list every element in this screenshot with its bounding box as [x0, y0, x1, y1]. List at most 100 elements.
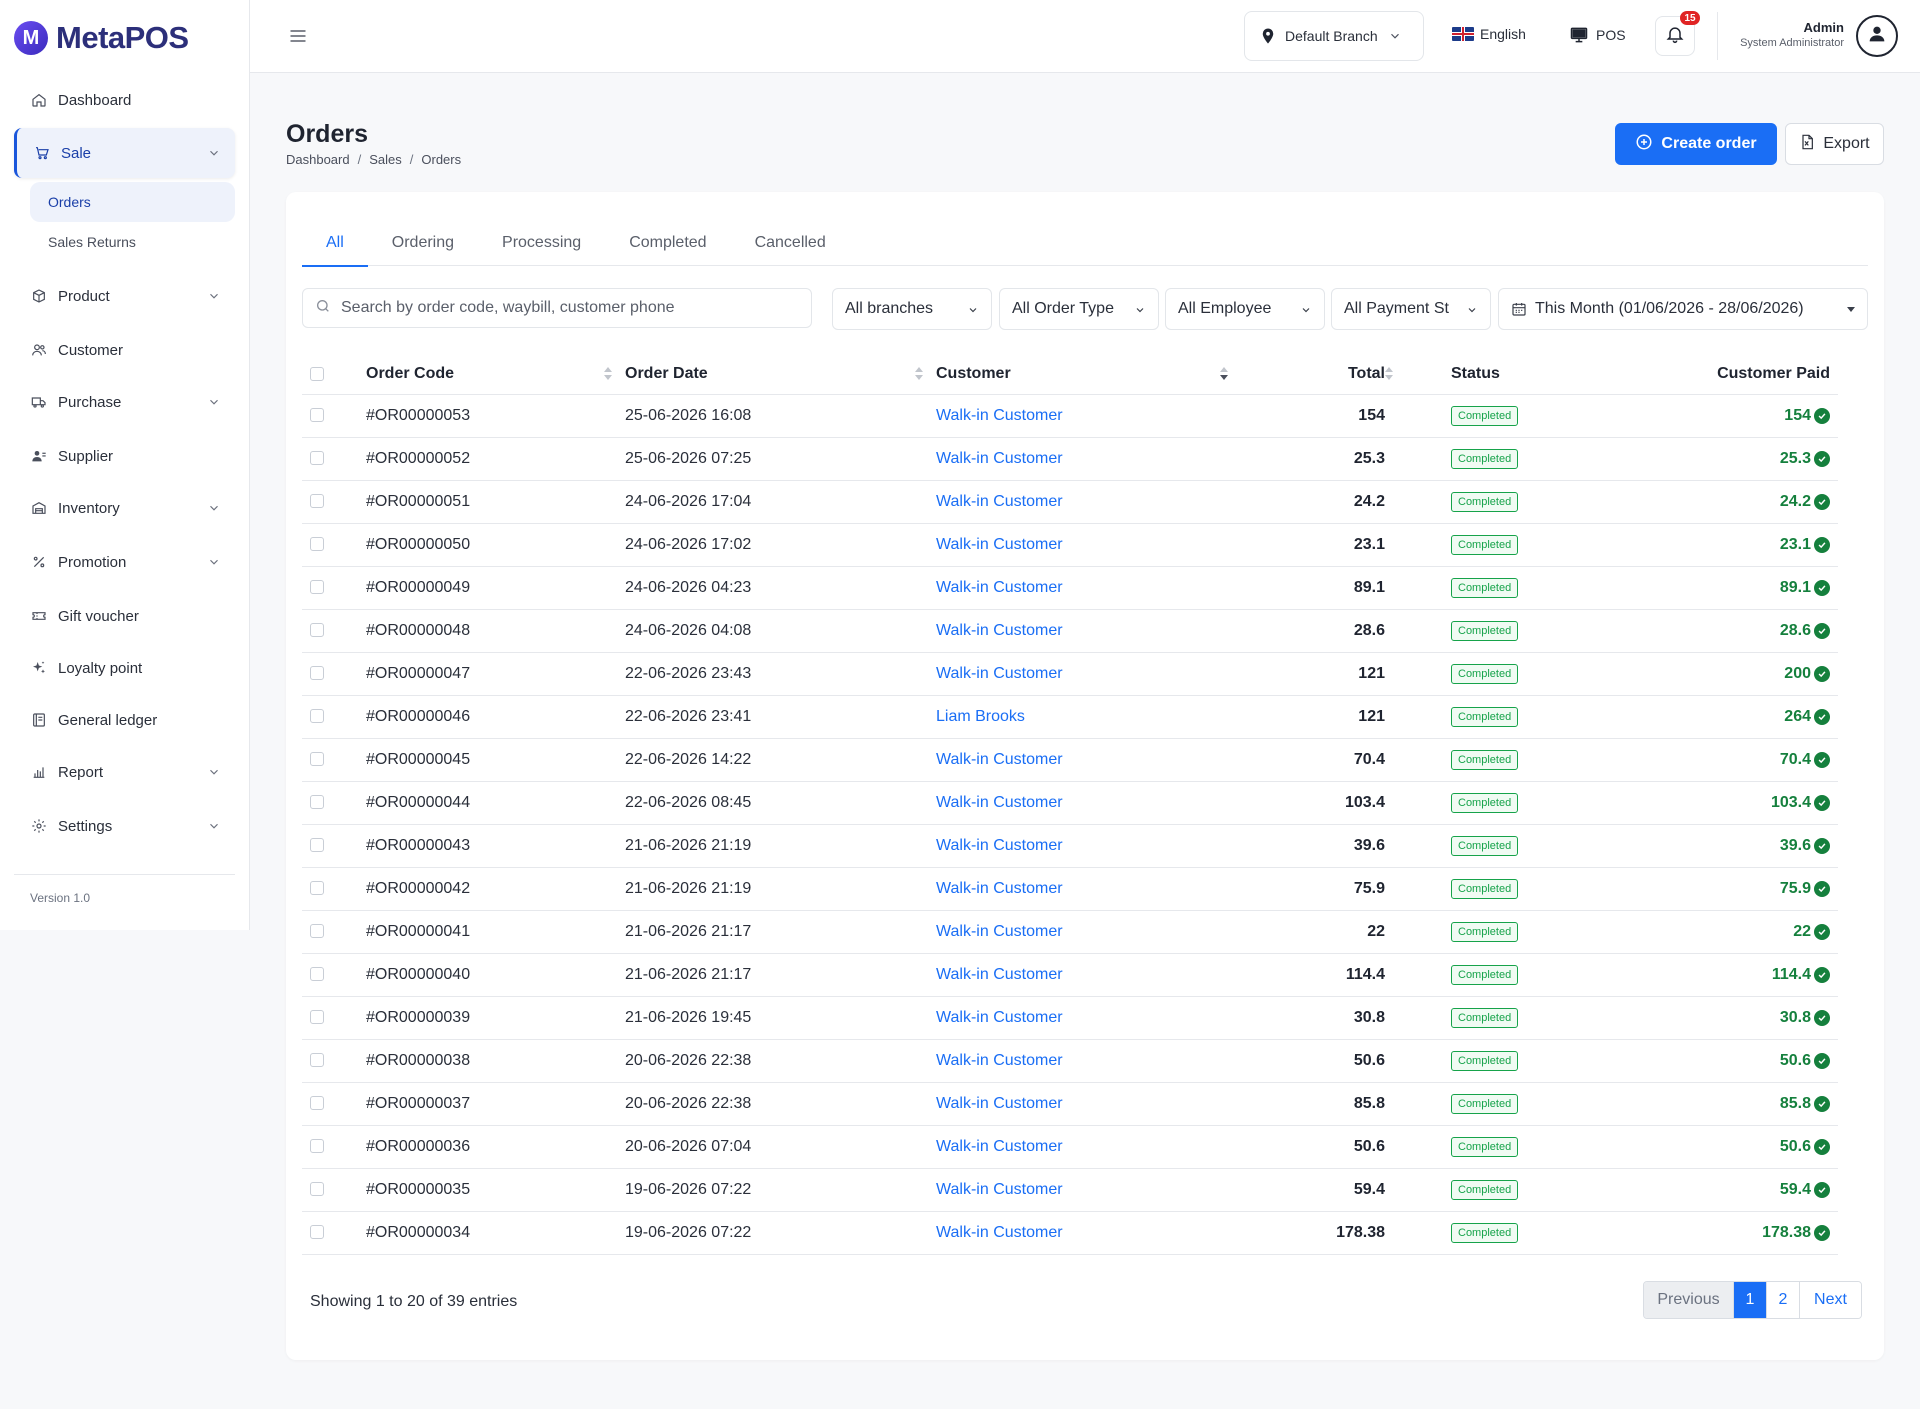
next-page-button[interactable]: Next — [1800, 1282, 1861, 1318]
order-code[interactable]: #OR00000036 — [366, 1125, 625, 1168]
row-checkbox[interactable] — [310, 1053, 324, 1068]
breadcrumb-sales[interactable]: Sales — [369, 152, 402, 167]
table-row[interactable]: #OR00000050 24-06-2026 17:02 Walk-in Custo… — [302, 523, 1838, 566]
order-code[interactable]: #OR00000047 — [366, 652, 625, 695]
table-row[interactable]: #OR00000039 21-06-2026 19:45 Walk-in Custo… — [302, 996, 1838, 1039]
notification-button[interactable]: 15 — [1655, 11, 1700, 56]
row-checkbox[interactable] — [310, 1010, 324, 1025]
order-code[interactable]: #OR00000051 — [366, 480, 625, 523]
customer-link[interactable]: Walk-in Customer — [936, 837, 1063, 854]
order-code[interactable]: #OR00000039 — [366, 996, 625, 1039]
row-checkbox[interactable] — [310, 537, 324, 552]
order-code[interactable]: #OR00000042 — [366, 867, 625, 910]
row-checkbox[interactable] — [310, 752, 324, 767]
table-row[interactable]: #OR00000034 19-06-2026 07:22 Walk-in Custo… — [302, 1211, 1838, 1254]
page-1-button[interactable]: 1 — [1734, 1282, 1767, 1318]
row-checkbox[interactable] — [310, 881, 324, 896]
order-code[interactable]: #OR00000037 — [366, 1082, 625, 1125]
sidebar-item-settings[interactable]: Settings — [14, 802, 235, 850]
customer-link[interactable]: Walk-in Customer — [936, 407, 1063, 424]
order-code[interactable]: #OR00000048 — [366, 609, 625, 652]
employee-filter-select[interactable]: All Employee — [1165, 288, 1325, 330]
sidebar-subitem-orders[interactable]: Orders — [30, 182, 235, 222]
row-checkbox[interactable] — [310, 451, 324, 466]
table-row[interactable]: #OR00000043 21-06-2026 21:19 Walk-in Custo… — [302, 824, 1838, 867]
customer-link[interactable]: Walk-in Customer — [936, 880, 1063, 897]
customer-link[interactable]: Walk-in Customer — [936, 493, 1063, 510]
branch-filter-select[interactable]: All branches — [832, 288, 992, 330]
customer-link[interactable]: Walk-in Customer — [936, 1009, 1063, 1026]
breadcrumb-dashboard[interactable]: Dashboard — [286, 152, 350, 167]
table-row[interactable]: #OR00000040 21-06-2026 21:17 Walk-in Custo… — [302, 953, 1838, 996]
customer-link[interactable]: Walk-in Customer — [936, 923, 1063, 940]
table-row[interactable]: #OR00000035 19-06-2026 07:22 Walk-in Custo… — [302, 1168, 1838, 1211]
search-input[interactable] — [341, 299, 811, 317]
table-row[interactable]: #OR00000042 21-06-2026 21:19 Walk-in Custo… — [302, 867, 1838, 910]
sidebar-item-customer[interactable]: Customer — [14, 326, 235, 374]
column-total[interactable]: Total — [1191, 354, 1393, 394]
row-checkbox[interactable] — [310, 623, 324, 638]
previous-page-button[interactable]: Previous — [1644, 1282, 1734, 1318]
table-row[interactable]: #OR00000044 22-06-2026 08:45 Walk-in Custo… — [302, 781, 1838, 824]
sidebar-item-gift-voucher[interactable]: Gift voucher — [14, 592, 235, 640]
order-code[interactable]: #OR00000040 — [366, 953, 625, 996]
row-checkbox[interactable] — [310, 580, 324, 595]
order-code[interactable]: #OR00000053 — [366, 394, 625, 437]
table-row[interactable]: #OR00000051 24-06-2026 17:04 Walk-in Custo… — [302, 480, 1838, 523]
tab-all[interactable]: All — [302, 220, 368, 267]
table-row[interactable]: #OR00000052 25-06-2026 07:25 Walk-in Custo… — [302, 437, 1838, 480]
row-checkbox[interactable] — [310, 1182, 324, 1197]
row-checkbox[interactable] — [310, 1225, 324, 1240]
row-checkbox[interactable] — [310, 967, 324, 982]
table-row[interactable]: #OR00000049 24-06-2026 04:23 Walk-in Custo… — [302, 566, 1838, 609]
table-row[interactable]: #OR00000046 22-06-2026 23:41 Liam Brooks 12… — [302, 695, 1838, 738]
customer-link[interactable]: Walk-in Customer — [936, 579, 1063, 596]
table-row[interactable]: #OR00000047 22-06-2026 23:43 Walk-in Custo… — [302, 652, 1838, 695]
row-checkbox[interactable] — [310, 666, 324, 681]
sidebar-item-loyalty-point[interactable]: Loyalty point — [14, 644, 235, 692]
language-selector[interactable]: English — [1452, 26, 1526, 42]
tab-ordering[interactable]: Ordering — [368, 220, 478, 266]
brand[interactable]: M MetaPOS — [0, 0, 249, 76]
row-checkbox[interactable] — [310, 838, 324, 853]
order-code[interactable]: #OR00000052 — [366, 437, 625, 480]
customer-link[interactable]: Liam Brooks — [936, 708, 1025, 725]
sidebar-item-promotion[interactable]: Promotion — [14, 538, 235, 586]
order-code[interactable]: #OR00000045 — [366, 738, 625, 781]
table-row[interactable]: #OR00000053 25-06-2026 16:08 Walk-in Custo… — [302, 394, 1838, 437]
customer-link[interactable]: Walk-in Customer — [936, 1181, 1063, 1198]
branch-selector[interactable]: Default Branch — [1244, 11, 1424, 61]
order-code[interactable]: #OR00000041 — [366, 910, 625, 953]
page-2-button[interactable]: 2 — [1767, 1282, 1800, 1318]
customer-link[interactable]: Walk-in Customer — [936, 665, 1063, 682]
payment-status-filter-select[interactable]: All Payment St — [1331, 288, 1491, 330]
customer-link[interactable]: Walk-in Customer — [936, 1095, 1063, 1112]
select-all-checkbox[interactable] — [310, 366, 324, 381]
sidebar-item-inventory[interactable]: Inventory — [14, 484, 235, 532]
table-row[interactable]: #OR00000036 20-06-2026 07:04 Walk-in Custo… — [302, 1125, 1838, 1168]
customer-link[interactable]: Walk-in Customer — [936, 622, 1063, 639]
user-info[interactable]: Admin System Administrator — [1740, 20, 1844, 49]
order-code[interactable]: #OR00000049 — [366, 566, 625, 609]
order-code[interactable]: #OR00000038 — [366, 1039, 625, 1082]
customer-link[interactable]: Walk-in Customer — [936, 966, 1063, 983]
customer-link[interactable]: Walk-in Customer — [936, 536, 1063, 553]
sidebar-item-general-ledger[interactable]: General ledger — [14, 696, 235, 744]
column-order-code[interactable]: Order Code — [366, 354, 625, 394]
table-row[interactable]: #OR00000045 22-06-2026 14:22 Walk-in Custo… — [302, 738, 1838, 781]
tab-completed[interactable]: Completed — [605, 220, 730, 266]
row-checkbox[interactable] — [310, 1096, 324, 1111]
table-row[interactable]: #OR00000038 20-06-2026 22:38 Walk-in Custo… — [302, 1039, 1838, 1082]
column-order-date[interactable]: Order Date — [625, 354, 936, 394]
customer-link[interactable]: Walk-in Customer — [936, 1224, 1063, 1241]
sidebar-item-product[interactable]: Product — [14, 272, 235, 320]
menu-toggle-icon[interactable] — [288, 26, 308, 46]
sidebar-item-purchase[interactable]: Purchase — [14, 378, 235, 426]
table-row[interactable]: #OR00000041 21-06-2026 21:17 Walk-in Custo… — [302, 910, 1838, 953]
order-type-filter-select[interactable]: All Order Type — [999, 288, 1159, 330]
row-checkbox[interactable] — [310, 709, 324, 724]
customer-link[interactable]: Walk-in Customer — [936, 1052, 1063, 1069]
sidebar-item-dashboard[interactable]: Dashboard — [14, 76, 235, 124]
customer-link[interactable]: Walk-in Customer — [936, 794, 1063, 811]
table-row[interactable]: #OR00000048 24-06-2026 04:08 Walk-in Custo… — [302, 609, 1838, 652]
